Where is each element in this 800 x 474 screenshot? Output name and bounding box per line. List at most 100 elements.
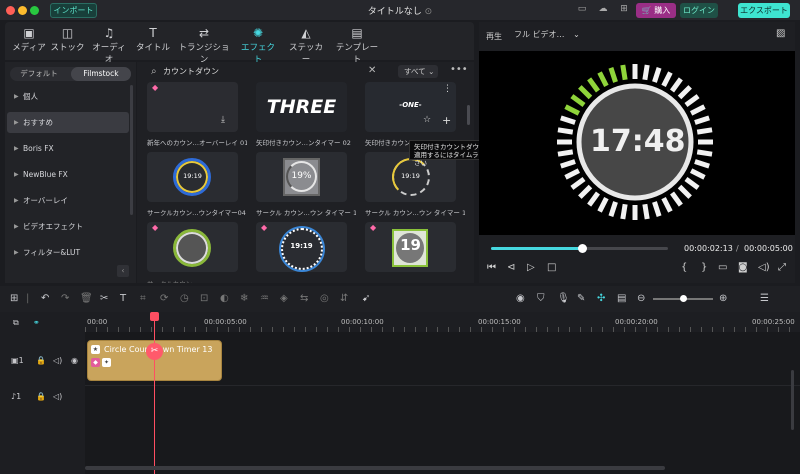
countdown-tick	[661, 71, 673, 88]
more-vertical-icon[interactable]: ⋮	[443, 84, 452, 94]
playhead-handle[interactable]	[150, 312, 159, 321]
export-button[interactable]: エクスポート	[738, 3, 790, 18]
color-icon[interactable]: ◐	[220, 293, 229, 304]
volume-icon[interactable]: ◁)	[758, 262, 770, 273]
quality-select[interactable]: フル ビデオ… ⌄	[510, 27, 580, 42]
crop-icon[interactable]: ⌗	[140, 293, 146, 304]
download-icon[interactable]: ⤓	[221, 115, 225, 125]
collapse-panel-icon[interactable]: ‹	[117, 265, 129, 277]
filter-select[interactable]: すべて ⌄	[398, 65, 438, 78]
mute-track-icon[interactable]: ◁)	[53, 392, 62, 401]
stop-icon[interactable]: □	[547, 262, 556, 273]
sidebar-item-boris-fx[interactable]: ▶ Boris FX	[7, 138, 129, 159]
effect-thumbnail[interactable]: ◆ 19:19	[256, 222, 347, 272]
purchase-button[interactable]: 🛒 購入	[636, 3, 676, 18]
tab-title[interactable]: T タイトル	[135, 25, 171, 53]
fit-icon[interactable]: ⊡	[200, 293, 208, 304]
camera-icon[interactable]: ◙	[738, 262, 748, 273]
select-arrow-icon[interactable]: ➹	[362, 293, 370, 304]
play-icon[interactable]: ▷	[527, 262, 535, 273]
mark-out-icon[interactable]: }	[701, 262, 707, 273]
add-icon[interactable]: +	[442, 114, 451, 127]
tab-audio[interactable]: ♫ オーディオ	[89, 25, 129, 65]
marker-shield-icon[interactable]: ⛉	[537, 293, 545, 304]
category-scrollbar[interactable]	[130, 85, 133, 215]
link-icon[interactable]: ⚭	[33, 318, 40, 327]
effect-thumbnail[interactable]: 19:19	[147, 152, 238, 202]
tab-sticker[interactable]: ◭ ステッカー	[285, 25, 327, 65]
redo-icon[interactable]: ↷	[61, 293, 69, 304]
freeze-icon[interactable]: ❄	[240, 293, 248, 304]
tab-stock[interactable]: ◫ ストック	[50, 25, 85, 53]
eye-icon[interactable]: ◉	[71, 356, 78, 365]
stabilize-icon[interactable]: ⇆	[300, 293, 308, 304]
zoom-in-icon[interactable]: ⊕	[719, 293, 727, 304]
playback-progress-knob[interactable]	[578, 244, 587, 253]
delete-icon[interactable]: 🗑	[80, 293, 93, 304]
snapshot-image-icon[interactable]: ▨	[776, 28, 785, 39]
effect-thumbnail[interactable]: -ONE- ⋮ ☆ +	[365, 82, 456, 132]
audio-adjust-icon[interactable]: ♒	[260, 293, 269, 304]
mute-track-icon[interactable]: ◁)	[53, 356, 62, 365]
title-info-icon[interactable]: ⊙	[425, 7, 433, 17]
search-input[interactable]	[163, 65, 363, 78]
tab-transition[interactable]: ⇄ トランジション	[175, 25, 233, 65]
keyframe-icon[interactable]: ◈	[280, 293, 288, 304]
text-tool-icon[interactable]: T	[120, 293, 126, 304]
split-scissors-icon[interactable]: ✂	[100, 293, 108, 304]
sidebar-item-newblue-fx[interactable]: ▶ NewBlue FX	[7, 164, 129, 185]
timeline-horizontal-scrollbar[interactable]	[85, 466, 665, 470]
add-track-icon[interactable]: ⧉	[13, 318, 19, 328]
timeline-vertical-scrollbar[interactable]	[791, 370, 794, 430]
edit-audio-icon[interactable]: ✎	[577, 293, 585, 304]
sidebar-item-personal[interactable]: ▶ 個人	[7, 86, 129, 107]
fullscreen-icon[interactable]: ⤢	[778, 262, 786, 273]
detach-icon[interactable]: ⇵	[340, 293, 348, 304]
tab-template[interactable]: ▤ テンプレート	[332, 25, 382, 65]
tab-media[interactable]: ▣ メディア	[11, 25, 47, 53]
tab-effect[interactable]: ✺ エフェクト	[237, 25, 279, 65]
grid-scrollbar[interactable]	[467, 105, 470, 125]
monitor-icon[interactable]: ▭	[576, 4, 588, 15]
effect-thumbnail[interactable]: ◆ 19	[365, 222, 456, 272]
step-back-icon[interactable]: ⏮	[487, 262, 496, 273]
grid-apps-icon[interactable]: ⊞	[618, 4, 630, 15]
login-button[interactable]: ログイン	[680, 3, 718, 18]
display-icon[interactable]: ▭	[718, 262, 727, 273]
chevron-down-icon: ⌄	[573, 30, 580, 39]
prev-frame-icon[interactable]: ⊲	[507, 262, 515, 273]
tab-filmstock[interactable]: Filmstock	[71, 67, 131, 81]
effect-thumbnail[interactable]: ◆ ⤓	[147, 82, 238, 132]
effect-thumbnail[interactable]: THREE	[256, 82, 347, 132]
undo-icon[interactable]: ↶	[41, 293, 49, 304]
zoom-out-icon[interactable]: ⊖	[637, 293, 645, 304]
countdown-tick	[597, 71, 609, 88]
microphone-icon[interactable]: 🎙	[557, 293, 570, 304]
subtitle-icon[interactable]: ▤	[617, 293, 626, 304]
more-options-icon[interactable]: •••	[450, 64, 468, 75]
lock-icon[interactable]: 🔒	[36, 356, 46, 365]
layout-grid-icon[interactable]: ⊞	[10, 293, 18, 304]
sidebar-item-video-effect[interactable]: ▶ ビデオエフェクト	[7, 216, 129, 237]
sidebar-item-filter-lut[interactable]: ▶ フィルター&LUT	[7, 242, 129, 263]
speed-icon[interactable]: ◷	[180, 293, 189, 304]
clear-search-icon[interactable]: ✕	[368, 65, 376, 76]
playhead-line[interactable]	[154, 312, 155, 474]
favorite-star-icon[interactable]: ☆	[423, 115, 431, 125]
mask-icon[interactable]: ◎	[320, 293, 329, 304]
sidebar-item-recommended[interactable]: ▶ おすすめ	[7, 112, 129, 133]
render-icon[interactable]: ◉	[516, 293, 525, 304]
effect-thumbnail[interactable]: 19%	[256, 152, 347, 202]
snap-magnet-icon[interactable]: ✣	[597, 293, 605, 304]
lock-icon[interactable]: 🔒	[36, 392, 46, 401]
mark-in-icon[interactable]: {	[681, 262, 687, 273]
cloud-icon[interactable]: ☁	[597, 4, 609, 15]
playhead-split-icon[interactable]: ✂	[146, 343, 163, 360]
tab-default[interactable]: デフォルト	[10, 67, 68, 81]
countdown-tick	[670, 191, 683, 207]
track-layout-icon[interactable]: ☰	[760, 293, 769, 304]
rotate-icon[interactable]: ⟳	[160, 293, 168, 304]
zoom-slider-knob[interactable]	[680, 295, 687, 302]
effect-thumbnail[interactable]: ◆	[147, 222, 238, 272]
sidebar-item-overlay[interactable]: ▶ オーバーレイ	[7, 190, 129, 211]
